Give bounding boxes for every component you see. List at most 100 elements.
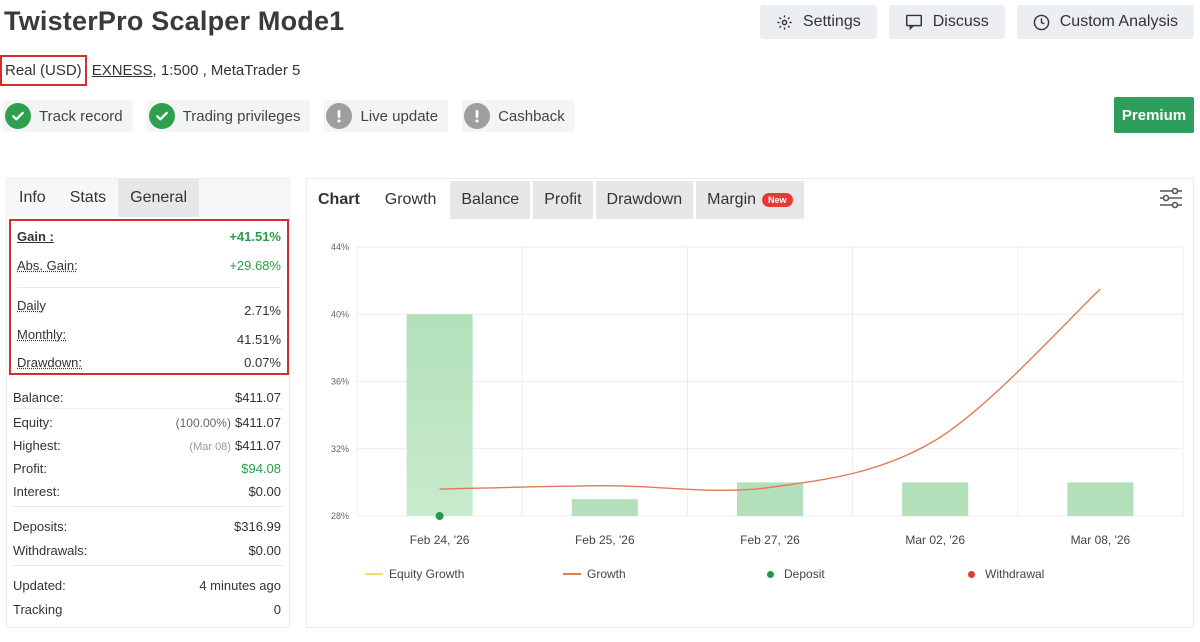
highest-value: $411.07 xyxy=(234,438,281,453)
x-tick-label: Feb 27, '26 xyxy=(740,533,800,547)
check-icon xyxy=(5,103,31,129)
divider xyxy=(13,506,283,507)
legend-swatch xyxy=(767,570,774,578)
info-panel: Info Stats General Gain : +41.51% Abs. G… xyxy=(6,178,290,628)
monthly-value: 41.51% xyxy=(236,332,281,347)
monthly-row: Monthly: 41.51% xyxy=(17,327,281,347)
y-tick-label: 36% xyxy=(331,377,349,387)
track-record-label: Track record xyxy=(39,107,123,125)
custom-analysis-button[interactable]: Custom Analysis xyxy=(1016,5,1194,39)
exclamation-icon xyxy=(326,103,353,129)
exclamation-icon xyxy=(464,103,491,129)
deposit-marker xyxy=(435,512,444,520)
growth-chart: 28% 32% 36% 40% 44% Feb 24, '26 Feb 25, '26 Feb… xyxy=(331,242,1184,547)
growth-line xyxy=(439,288,1101,492)
interest-label: Interest: xyxy=(13,484,60,499)
gain-label[interactable]: Gain : xyxy=(17,229,54,244)
tab-margin-label: Margin xyxy=(707,191,757,208)
live-update-label: Live update xyxy=(360,107,439,125)
live-update-badge[interactable]: Live update xyxy=(324,100,449,132)
x-tick-label: Mar 08, '26 xyxy=(1071,533,1131,547)
interest-value: $0.00 xyxy=(248,484,281,499)
tab-margin[interactable]: Margin New xyxy=(696,181,804,219)
tracking-label: Tracking xyxy=(13,602,63,617)
tab-drawdown[interactable]: Drawdown xyxy=(595,181,694,219)
y-tick-label: 32% xyxy=(331,444,349,454)
divider xyxy=(13,565,283,566)
settings-label: Settings xyxy=(802,13,861,30)
new-badge: New xyxy=(762,193,793,207)
deposits-row: Deposits: $316.99 xyxy=(13,519,281,534)
abs-gain-label[interactable]: Abs. Gain: xyxy=(17,258,78,273)
withdrawals-value: $0.00 xyxy=(248,543,281,558)
trading-privileges-label: Trading privileges xyxy=(182,107,301,125)
account-info: Real (USD) EXNESS , 1:500 , MetaTrader 5 xyxy=(0,54,300,86)
settings-button[interactable]: Settings xyxy=(759,5,877,39)
chart-tabs-label: Chart xyxy=(307,181,371,219)
drawdown-value: 0.07% xyxy=(244,355,281,370)
highest-label: Highest: xyxy=(13,438,61,453)
equity-row: Equity: (100.00%) $411.07 xyxy=(13,415,281,430)
equity-label: Equity: xyxy=(13,415,53,430)
interest-row: Interest: $0.00 xyxy=(13,484,281,499)
daily-label[interactable]: Daily xyxy=(17,298,46,318)
daily-row: Daily 2.71% xyxy=(17,298,281,318)
trading-privileges-badge[interactable]: Trading privileges xyxy=(146,100,311,132)
profit-value: $94.08 xyxy=(241,461,281,476)
cashback-badge[interactable]: Cashback xyxy=(462,100,575,132)
broker-link[interactable]: EXNESS xyxy=(92,62,153,79)
divider xyxy=(17,287,281,288)
x-tick-label: Feb 25, '26 xyxy=(575,533,635,547)
abs-gain-value: +29.68% xyxy=(229,258,281,273)
balance-value: $411.07 xyxy=(234,390,281,405)
legend-equity-growth[interactable]: Equity Growth xyxy=(365,567,464,581)
balance-row: Balance: $411.07 xyxy=(13,390,281,405)
tab-growth[interactable]: Growth xyxy=(373,181,448,219)
legend-withdrawal[interactable]: Withdrawal xyxy=(968,567,1044,581)
legend-growth[interactable]: Growth xyxy=(563,567,626,581)
x-tick-label: Feb 24, '26 xyxy=(410,533,470,547)
updated-value: 4 minutes ago xyxy=(199,578,281,593)
tab-info[interactable]: Info xyxy=(7,179,58,217)
x-tick-label: Mar 02, '26 xyxy=(905,533,965,547)
track-record-badge[interactable]: Track record xyxy=(3,100,133,132)
tracking-row: Tracking 0 xyxy=(13,602,281,617)
premium-button[interactable]: Premium xyxy=(1114,97,1194,133)
legend-deposit[interactable]: Deposit xyxy=(767,567,825,581)
profit-label: Profit: xyxy=(13,461,47,476)
tab-general[interactable]: General xyxy=(118,179,200,217)
highest-row: Highest: (Mar 08) $411.07 xyxy=(13,438,281,453)
updated-label: Updated: xyxy=(13,578,66,593)
gain-row: Gain : +41.51% xyxy=(17,229,281,244)
chart-tabs: Chart Growth Balance Profit Drawdown Mar… xyxy=(307,181,807,219)
legend-label: Equity Growth xyxy=(389,567,465,581)
account-type: Real (USD) xyxy=(0,54,87,86)
daily-value: 2.71% xyxy=(244,303,281,318)
equity-note: (100.00%) xyxy=(175,416,231,430)
abs-gain-row: Abs. Gain: +29.68% xyxy=(17,258,281,273)
y-tick-label: 40% xyxy=(331,309,349,319)
gear-icon xyxy=(777,14,792,30)
legend-label: Growth xyxy=(587,567,626,581)
y-tick-label: 44% xyxy=(331,242,349,252)
legend-label: Withdrawal xyxy=(985,567,1045,581)
withdrawals-row: Withdrawals: $0.00 xyxy=(13,543,281,558)
tab-stats[interactable]: Stats xyxy=(58,179,118,217)
divider xyxy=(13,408,283,409)
sliders-icon xyxy=(1160,187,1182,209)
tab-profit[interactable]: Profit xyxy=(533,181,593,219)
tracking-value: 0 xyxy=(273,602,281,617)
filter-settings-button[interactable] xyxy=(1159,187,1183,214)
cashback-label: Cashback xyxy=(498,107,565,125)
legend-swatch xyxy=(365,573,383,575)
discuss-button[interactable]: Discuss xyxy=(888,5,1005,39)
gain-value: +41.51% xyxy=(229,229,281,244)
updated-row: Updated: 4 minutes ago xyxy=(13,578,281,593)
monthly-label[interactable]: Monthly: xyxy=(17,327,66,347)
highest-note: (Mar 08) xyxy=(189,441,231,453)
tab-balance[interactable]: Balance xyxy=(450,181,531,219)
profit-row: Profit: $94.08 xyxy=(13,461,281,476)
drawdown-row: Drawdown: 0.07% xyxy=(17,355,281,370)
drawdown-label[interactable]: Drawdown: xyxy=(17,355,82,370)
bar xyxy=(406,314,473,516)
